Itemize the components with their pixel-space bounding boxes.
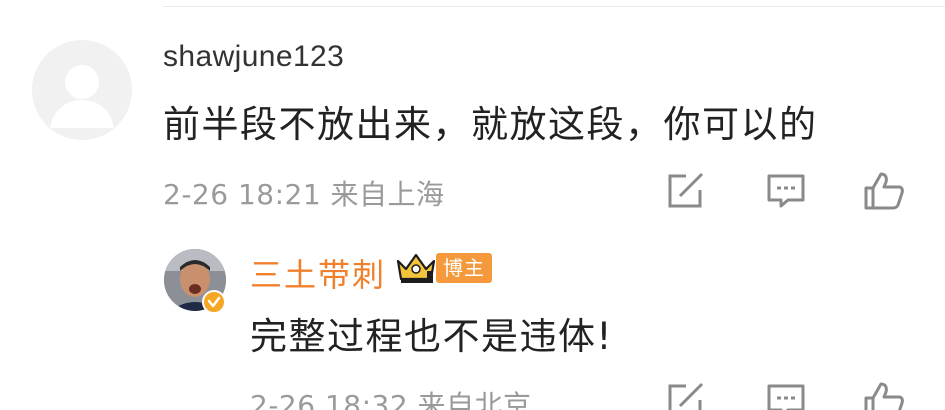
reply-button[interactable] xyxy=(764,170,808,212)
avatar[interactable] xyxy=(32,40,132,140)
comment-actions xyxy=(664,380,924,410)
thumbs-up-icon xyxy=(864,172,904,210)
comment-icon xyxy=(767,384,805,410)
comment-actions xyxy=(664,170,924,212)
share-button[interactable] xyxy=(664,380,708,410)
reply-button[interactable] xyxy=(764,380,808,410)
comment-meta: 2-26 18:21 来自上海 xyxy=(163,178,445,211)
username[interactable]: 三土带刺 xyxy=(250,250,386,296)
like-button[interactable] xyxy=(862,380,906,410)
comment-text: 完整过程也不是违体! xyxy=(250,315,613,358)
comment-meta: 2-26 18:32 来自北京 xyxy=(250,389,532,410)
crown-badge-icon xyxy=(394,251,438,285)
blogger-badge: 博主 xyxy=(436,253,492,283)
comment-icon xyxy=(767,174,805,208)
username[interactable]: shawjune123 xyxy=(163,40,344,74)
divider xyxy=(163,6,945,7)
thumbs-up-icon xyxy=(864,382,904,410)
like-button[interactable] xyxy=(862,170,906,212)
share-icon xyxy=(668,172,704,208)
verified-badge-icon xyxy=(202,290,226,314)
default-avatar-icon xyxy=(32,40,132,140)
share-icon xyxy=(668,382,704,410)
comment-text: 前半段不放出来，就放这段，你可以的 xyxy=(163,103,818,146)
share-button[interactable] xyxy=(664,170,708,212)
